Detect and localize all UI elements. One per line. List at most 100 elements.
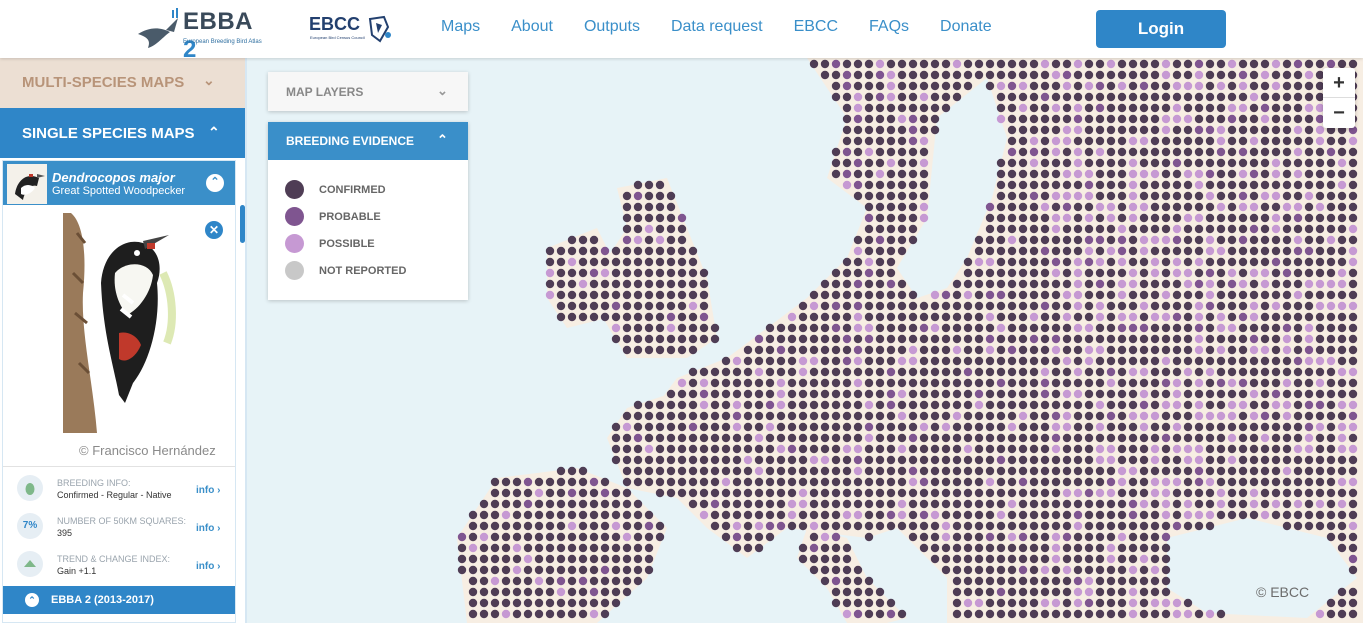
atlas-square-dot: [1106, 499, 1116, 509]
atlas-square-dot: [1227, 81, 1237, 91]
atlas-square-dot: [765, 510, 775, 520]
atlas-square-dot: [1018, 510, 1028, 520]
atlas-square-dot: [886, 598, 896, 608]
atlas-square-dot: [1128, 290, 1138, 300]
ebba2-logo[interactable]: EBBA 2 European Breeding Bird Atlas: [136, 6, 266, 63]
breeding-info-link[interactable]: info ›: [196, 485, 220, 496]
atlas-square-dot: [974, 70, 984, 80]
atlas-square-dot: [578, 290, 588, 300]
atlas-square-dot: [1282, 488, 1292, 498]
squares-info-link[interactable]: info ›: [196, 523, 220, 534]
atlas-square-dot: [1172, 455, 1182, 465]
atlas-square-dot: [1007, 455, 1017, 465]
atlas-square-dot: [1282, 345, 1292, 355]
atlas-square-dot: [897, 301, 907, 311]
atlas-square-dot: [897, 444, 907, 454]
atlas-square-dot: [1293, 235, 1303, 245]
atlas-square-dot: [1282, 147, 1292, 157]
breeding-evidence-header[interactable]: BREEDING EVIDENCE ⌃: [268, 122, 468, 160]
atlas-square-dot: [699, 279, 709, 289]
atlas-square-dot: [875, 466, 885, 476]
atlas-square-dot: [963, 587, 973, 597]
atlas-square-dot: [1040, 92, 1050, 102]
atlas-square-dot: [1128, 356, 1138, 366]
species-header[interactable]: Dendrocopos major Great Spotted Woodpeck…: [3, 161, 235, 205]
atlas-square-dot: [1293, 213, 1303, 223]
atlas-square-dot: [1128, 433, 1138, 443]
nav-data-request[interactable]: Data request: [671, 18, 763, 36]
atlas-square-dot: [743, 378, 753, 388]
single-species-maps-toggle[interactable]: SINGLE SPECIES MAPS ⌃: [0, 108, 245, 158]
nav-ebcc[interactable]: EBCC: [794, 18, 838, 36]
zoom-in-button[interactable]: +: [1323, 68, 1355, 98]
atlas-square-dot: [1161, 169, 1171, 179]
atlas-square-dot: [1128, 565, 1138, 575]
atlas-square-dot: [1337, 147, 1347, 157]
atlas-square-dot: [644, 323, 654, 333]
atlas-square-dot: [1304, 136, 1314, 146]
atlas-square-dot: [490, 598, 500, 608]
atlas-square-dot: [765, 367, 775, 377]
atlas-square-dot: [1018, 466, 1028, 476]
atlas-square-dot: [831, 422, 841, 432]
atlas-square-dot: [611, 312, 621, 322]
trend-info-link[interactable]: info ›: [196, 561, 220, 572]
atlas-square-dot: [1018, 224, 1028, 234]
period-toggle[interactable]: ⌃ EBBA 2 (2013-2017): [3, 586, 235, 614]
squares-value: 395: [57, 528, 73, 538]
atlas-square-dot: [1007, 235, 1017, 245]
nav-about[interactable]: About: [511, 18, 553, 36]
atlas-square-dot: [611, 521, 621, 531]
chevron-up-icon[interactable]: ⌃: [206, 174, 224, 192]
atlas-square-dot: [1205, 345, 1215, 355]
atlas-square-dot: [1051, 455, 1061, 465]
multi-species-maps-toggle[interactable]: MULTI-SPECIES MAPS ⌄: [0, 58, 245, 108]
atlas-square-dot: [985, 477, 995, 487]
atlas-square-dot: [996, 532, 1006, 542]
atlas-square-dot: [523, 576, 533, 586]
ebcc-logo[interactable]: EBCC European Bird Census Council: [309, 12, 401, 48]
atlas-square-dot: [556, 598, 566, 608]
atlas-square-dot: [1051, 565, 1061, 575]
atlas-square-dot: [1051, 499, 1061, 509]
atlas-square-dot: [974, 268, 984, 278]
atlas-square-dot: [754, 378, 764, 388]
atlas-square-dot: [578, 521, 588, 531]
zoom-out-button[interactable]: −: [1323, 98, 1355, 128]
atlas-square-dot: [468, 587, 478, 597]
atlas-square-dot: [897, 466, 907, 476]
atlas-square-dot: [1260, 202, 1270, 212]
atlas-square-dot: [1117, 389, 1127, 399]
atlas-square-dot: [864, 345, 874, 355]
atlas-square-dot: [842, 565, 852, 575]
atlas-square-dot: [1007, 136, 1017, 146]
atlas-square-dot: [974, 444, 984, 454]
atlas-square-dot: [1249, 59, 1259, 69]
atlas-square-dot: [1293, 433, 1303, 443]
atlas-square-dot: [820, 499, 830, 509]
atlas-square-dot: [1029, 466, 1039, 476]
atlas-square-dot: [1007, 477, 1017, 487]
nav-outputs[interactable]: Outputs: [584, 18, 640, 36]
atlas-square-dot: [1040, 345, 1050, 355]
atlas-square-dot: [1106, 257, 1116, 267]
atlas-square-dot: [655, 290, 665, 300]
nav-faqs[interactable]: FAQs: [869, 18, 909, 36]
atlas-square-dot: [952, 554, 962, 564]
sidebar-scrollbar[interactable]: [240, 205, 245, 243]
atlas-square-dot: [1106, 103, 1116, 113]
atlas-square-dot: [1062, 455, 1072, 465]
map-layers-panel[interactable]: MAP LAYERS ⌄: [268, 72, 468, 111]
atlas-square-dot: [952, 543, 962, 553]
atlas-square-dot: [622, 433, 632, 443]
login-button[interactable]: Login: [1096, 10, 1226, 48]
atlas-square-dot: [1084, 466, 1094, 476]
atlas-square-dot: [919, 301, 929, 311]
nav-maps[interactable]: Maps: [441, 18, 480, 36]
atlas-square-dot: [864, 433, 874, 443]
close-species-button[interactable]: ✕: [205, 221, 223, 239]
nav-donate[interactable]: Donate: [940, 18, 992, 36]
atlas-square-dot: [963, 290, 973, 300]
atlas-square-dot: [1282, 477, 1292, 487]
atlas-square-dot: [644, 290, 654, 300]
